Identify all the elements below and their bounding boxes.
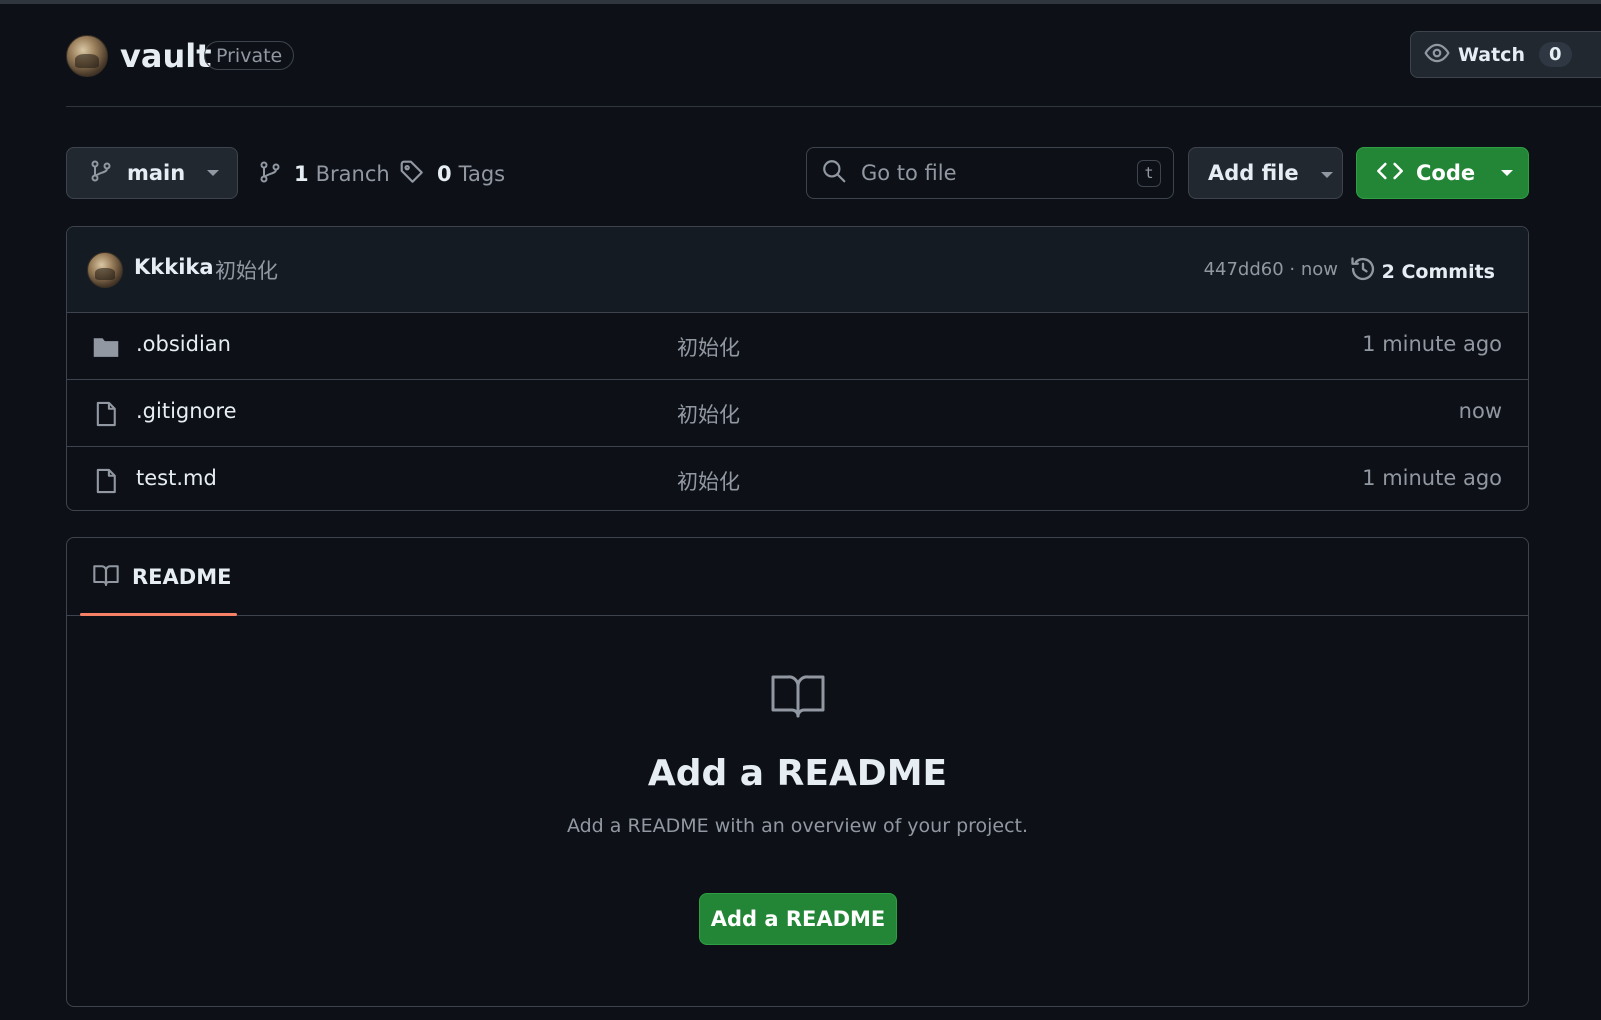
branch-label: main	[127, 161, 186, 185]
branches-link[interactable]: 1 Branch	[258, 158, 390, 190]
top-border	[0, 0, 1601, 4]
commits-label: 2 Commits	[1381, 260, 1495, 283]
readme-tabbar: README	[67, 538, 1528, 616]
file-row[interactable]: .gitignore 初始化 now	[67, 380, 1528, 447]
commits-history-link[interactable]: 2 Commits	[1349, 255, 1495, 288]
commit-message[interactable]: 初始化	[215, 255, 278, 285]
chevron-down-icon	[1320, 171, 1333, 178]
file-commit-message[interactable]: 初始化	[677, 466, 740, 496]
go-to-file-search[interactable]: t	[806, 147, 1174, 199]
branch-selector[interactable]: main	[66, 147, 238, 199]
keyboard-shortcut-hint: t	[1137, 160, 1161, 187]
git-branch-icon	[258, 160, 282, 189]
readme-empty-title: Add a README	[647, 753, 948, 794]
tab-readme[interactable]: README	[80, 538, 237, 615]
tag-count: 0	[437, 162, 452, 186]
file-updated-time: 1 minute ago	[1362, 332, 1502, 356]
search-input[interactable]	[859, 160, 1123, 186]
git-branch-icon	[89, 159, 113, 187]
file-list: Kkkika 初始化 447dd60 · now 2 Commits .obsi…	[66, 226, 1529, 511]
branch-text: Branch	[315, 162, 390, 186]
add-file-button[interactable]: Add file	[1188, 147, 1343, 199]
tags-link[interactable]: 0 Tags	[399, 158, 505, 190]
file-commit-message[interactable]: 初始化	[677, 332, 740, 362]
file-commit-message[interactable]: 初始化	[677, 399, 740, 429]
file-name[interactable]: .gitignore	[136, 399, 237, 423]
visibility-badge: Private	[204, 41, 295, 70]
repo-owner-avatar[interactable]	[66, 35, 108, 77]
header-divider	[66, 106, 1601, 107]
watch-label: Watch	[1458, 43, 1525, 66]
code-button[interactable]: Code	[1356, 147, 1529, 199]
commit-author-avatar[interactable]	[87, 252, 123, 288]
code-label: Code	[1416, 161, 1476, 185]
file-row[interactable]: test.md 初始化 1 minute ago	[67, 447, 1528, 510]
commit-sha-time[interactable]: 447dd60 · now	[1204, 259, 1338, 280]
code-icon	[1376, 157, 1404, 189]
readme-tab-label: README	[132, 564, 232, 589]
file-row[interactable]: .obsidian 初始化 1 minute ago	[67, 313, 1528, 380]
file-icon	[92, 467, 120, 495]
watch-button[interactable]: Watch 0	[1410, 31, 1601, 78]
repo-name[interactable]: vault	[120, 36, 212, 76]
branch-count: 1	[294, 162, 309, 186]
search-icon	[821, 158, 847, 188]
chevron-down-icon	[207, 170, 220, 176]
active-tab-indicator	[80, 613, 237, 616]
book-icon	[92, 561, 120, 593]
latest-commit-bar: Kkkika 初始化 447dd60 · now 2 Commits	[67, 227, 1528, 313]
file-name[interactable]: test.md	[136, 466, 217, 490]
add-file-label: Add file	[1208, 161, 1299, 185]
book-icon	[770, 671, 826, 719]
history-icon	[1349, 255, 1382, 288]
file-icon	[92, 400, 120, 428]
file-updated-time: now	[1458, 399, 1502, 423]
tag-text: Tags	[458, 162, 506, 186]
commit-author[interactable]: Kkkika	[134, 255, 214, 279]
file-updated-time: 1 minute ago	[1362, 466, 1502, 490]
folder-icon	[92, 333, 120, 361]
eye-icon	[1424, 40, 1450, 70]
chevron-down-icon	[1501, 170, 1514, 176]
readme-empty-description: Add a README with an overview of your pr…	[566, 815, 1029, 837]
add-readme-button[interactable]: Add a README	[699, 893, 897, 945]
readme-panel: README Add a README Add a README with an…	[66, 537, 1529, 1007]
watch-count: 0	[1538, 42, 1572, 67]
file-name[interactable]: .obsidian	[136, 332, 231, 356]
tag-icon	[399, 159, 425, 190]
